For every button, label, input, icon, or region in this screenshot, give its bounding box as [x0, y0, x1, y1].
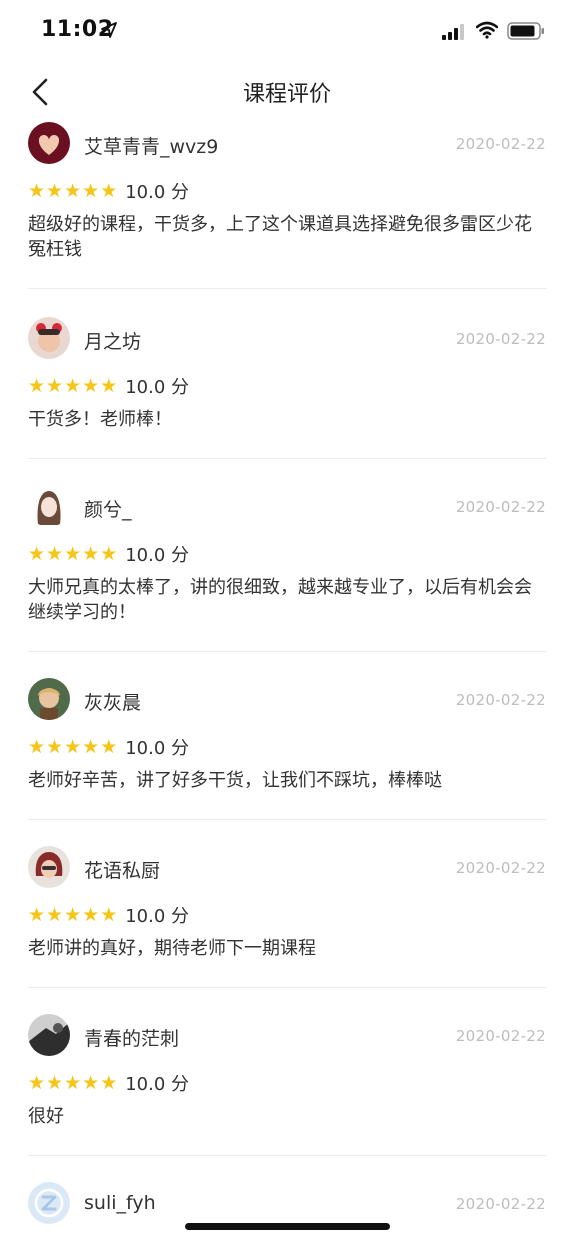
avatar[interactable]: [28, 1182, 70, 1224]
page-title: 课程评价: [242, 82, 331, 107]
review-item: 花语私厨 2020-02-22 ★ ★ ★ ★ ★ 10.0 分 老师讲的真好，期待老师…: [28, 846, 546, 988]
star-icon: ★: [82, 735, 100, 758]
review-item: 灰灰晨 2020-02-22 ★ ★ ★ ★ ★ 10.0 分 老师好辛苦，讲了好多干货…: [28, 678, 546, 820]
star-icon: ★: [100, 903, 118, 926]
review-username: 颜兮_: [84, 499, 132, 521]
star-icon: ★: [64, 735, 82, 758]
star-icon: ★: [64, 903, 82, 926]
review-score: 10.0 分: [125, 738, 190, 759]
review-username: 灰灰晨: [84, 692, 142, 714]
review-item: 艾草青青_wvz9 2020-02-22 ★ ★ ★ ★ ★ 10.0 分 超级好的课程…: [28, 122, 546, 289]
star-icon: ★: [100, 735, 118, 758]
avatar[interactable]: [28, 122, 70, 164]
review-date: 2020-02-22: [455, 859, 546, 877]
battery-icon: [507, 22, 544, 40]
review-list[interactable]: 艾草青青_wvz9 2020-02-22 ★ ★ ★ ★ ★ 10.0 分 超级好的课程…: [0, 120, 574, 1242]
star-rating: ★ ★ ★ ★ ★: [28, 735, 118, 758]
review-comment: 大师兄真的太棒了，讲的很细致，越来越专业了，以后有机会会继续学习的！: [28, 577, 532, 623]
review-date: 2020-02-22: [455, 1027, 546, 1045]
avatar[interactable]: [28, 846, 70, 888]
review-item: 青春的茫刺 2020-02-22 ★ ★ ★ ★ ★ 10.0 分 很好: [28, 1014, 546, 1156]
star-icon: ★: [64, 374, 82, 397]
review-username: suli_fyh: [84, 1192, 156, 1214]
star-icon: ★: [100, 542, 118, 565]
star-icon: ★: [100, 1071, 118, 1094]
review-username: 花语私厨: [84, 860, 161, 882]
star-icon: ★: [46, 542, 64, 565]
star-icon: ★: [100, 374, 118, 397]
star-icon: ★: [46, 179, 64, 202]
star-icon: ★: [28, 903, 46, 926]
cellular-signal-icon: [442, 24, 464, 40]
star-rating: ★ ★ ★ ★ ★: [28, 179, 118, 202]
review-date: 2020-02-22: [455, 498, 546, 516]
review-comment: 老师讲的真好，期待老师下一期课程: [28, 938, 316, 959]
review-score: 10.0 分: [125, 1074, 190, 1095]
nav-bar: 课程评价: [0, 62, 574, 120]
status-bar: 11:02: [0, 0, 574, 62]
star-icon: ★: [64, 542, 82, 565]
review-date: 2020-02-22: [455, 330, 546, 348]
review-username: 青春的茫刺: [84, 1028, 180, 1050]
review-comment: 很好: [28, 1106, 64, 1127]
review-date: 2020-02-22: [455, 135, 546, 153]
review-username: 艾草青青_wvz9: [84, 136, 219, 158]
star-icon: ★: [82, 903, 100, 926]
star-icon: ★: [28, 1071, 46, 1094]
review-item: 月之坊 2020-02-22 ★ ★ ★ ★ ★ 10.0 分 干货多！老师棒！: [28, 317, 546, 459]
star-icon: ★: [82, 542, 100, 565]
review-comment: 老师好辛苦，讲了好多干货，让我们不踩坑，棒棒哒: [28, 770, 442, 791]
star-icon: ★: [28, 735, 46, 758]
review-score: 10.0 分: [125, 377, 190, 398]
star-rating: ★ ★ ★ ★ ★: [28, 1071, 118, 1094]
location-arrow-icon: [101, 22, 117, 38]
star-icon: ★: [46, 1071, 64, 1094]
review-date: 2020-02-22: [455, 691, 546, 709]
review-item: suli_fyh 2020-02-22: [28, 1182, 546, 1226]
star-icon: ★: [64, 1071, 82, 1094]
review-score: 10.0 分: [125, 906, 190, 927]
star-rating: ★ ★ ★ ★ ★: [28, 903, 118, 926]
star-rating: ★ ★ ★ ★ ★: [28, 374, 118, 397]
review-date: 2020-02-22: [455, 1195, 546, 1213]
home-indicator: [185, 1223, 390, 1230]
review-item: 颜兮_ 2020-02-22 ★ ★ ★ ★ ★ 10.0 分 大师兄真的太棒了，讲的很…: [28, 485, 546, 652]
star-icon: ★: [46, 374, 64, 397]
review-username: 月之坊: [84, 331, 142, 353]
review-score: 10.0 分: [125, 545, 190, 566]
star-icon: ★: [100, 179, 118, 202]
star-icon: ★: [82, 179, 100, 202]
star-icon: ★: [64, 179, 82, 202]
star-icon: ★: [82, 374, 100, 397]
avatar[interactable]: [28, 1014, 70, 1056]
star-icon: ★: [28, 374, 46, 397]
review-comment: 干货多！老师棒！: [28, 409, 172, 430]
star-rating: ★ ★ ★ ★ ★: [28, 542, 118, 565]
star-icon: ★: [82, 1071, 100, 1094]
star-icon: ★: [28, 542, 46, 565]
avatar[interactable]: [28, 678, 70, 720]
avatar[interactable]: [28, 485, 70, 527]
star-icon: ★: [28, 179, 46, 202]
review-score: 10.0 分: [125, 182, 190, 203]
star-icon: ★: [46, 735, 64, 758]
avatar[interactable]: [28, 317, 70, 359]
review-comment: 超级好的课程，干货多，上了这个课道具选择避免很多雷区少花冤枉钱: [28, 214, 532, 260]
wifi-icon: [476, 21, 498, 39]
star-icon: ★: [46, 903, 64, 926]
